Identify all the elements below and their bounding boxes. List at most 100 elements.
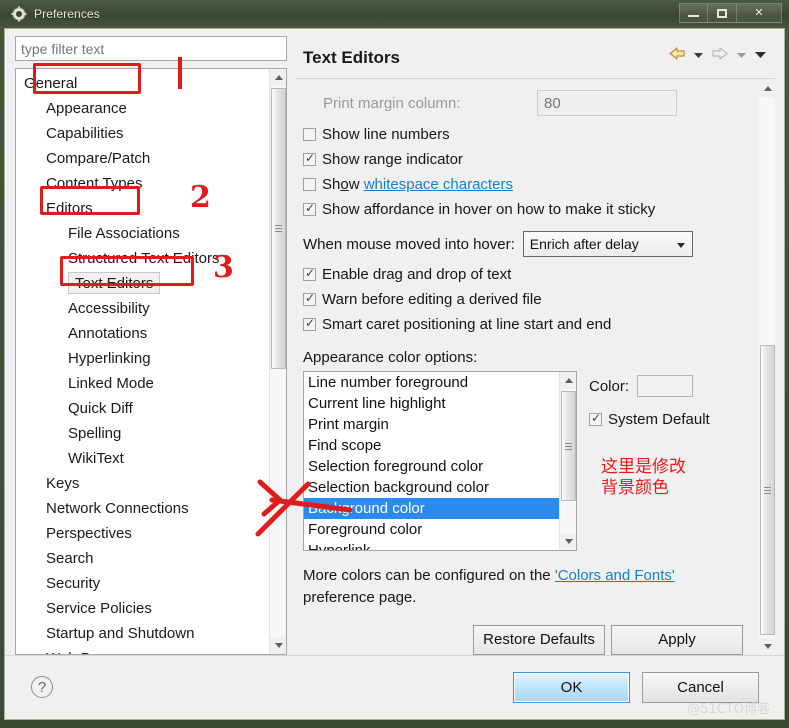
scroll-up-icon[interactable]	[759, 80, 776, 97]
sidebar-item-linked-mode[interactable]: Linked Mode	[16, 371, 268, 396]
page-buttons: Restore Defaults Apply	[303, 624, 743, 655]
checkbox-warn-before-editing-a-derived-file[interactable]	[303, 290, 316, 306]
sidebar-item-label: Search	[46, 550, 94, 567]
color-swatch-button[interactable]	[637, 375, 694, 397]
print-margin-label: Print margin column:	[323, 94, 461, 112]
restore-defaults-button[interactable]: Restore Defaults	[473, 624, 605, 655]
search-input[interactable]	[15, 36, 287, 61]
hover-mode-select[interactable]: Enrich after delay	[522, 231, 693, 257]
sidebar-item-keys[interactable]: Keys	[16, 471, 268, 496]
sidebar-item-perspectives[interactable]: Perspectives	[16, 521, 268, 546]
sidebar-item-label: Perspectives	[46, 525, 132, 542]
checkbox-row[interactable]: Enable drag and drop of text	[303, 262, 753, 287]
appearance-color-list[interactable]: Line number foreground Current line highl…	[303, 371, 577, 551]
checkbox-row[interactable]: Smart caret positioning at line start an…	[303, 312, 753, 337]
minimize-button[interactable]	[679, 3, 708, 23]
page-scrollbar-thumb[interactable]	[760, 345, 775, 635]
sidebar-item-label: Security	[46, 575, 101, 592]
title-divider	[295, 78, 775, 79]
preferences-window: Preferences ✕ General Appearance Capabilit…	[0, 0, 789, 728]
checkbox-show-affordance-in-hover-on-how-to-make-it-sticky[interactable]	[303, 200, 316, 216]
sidebar-item-network-connections[interactable]: Network Connections	[16, 496, 268, 521]
list-item[interactable]: Foreground color	[304, 519, 560, 540]
sidebar-item-structured-text-editors[interactable]: Structured Text Editors	[16, 246, 268, 271]
question-mark-icon[interactable]: ?	[31, 676, 53, 698]
sidebar-item-service-policies[interactable]: Service Policies	[16, 596, 268, 621]
sidebar-item-label: Keys	[46, 475, 80, 492]
sidebar-item-search[interactable]: Search	[16, 546, 268, 571]
sidebar-item-quick-diff[interactable]: Quick Diff	[16, 396, 268, 421]
sidebar-item-security[interactable]: Security	[16, 571, 268, 596]
sidebar-item-editors[interactable]: Editors	[16, 196, 268, 221]
scroll-down-icon[interactable]	[270, 637, 286, 654]
system-default-checkbox[interactable]	[589, 410, 602, 426]
hover-mode-row: When mouse moved into hover: Enrich afte…	[303, 226, 753, 262]
sidebar-item-text-editors[interactable]: Text Editors	[16, 271, 268, 296]
forward-arrow-icon	[711, 46, 729, 66]
checkbox-label: Warn before editing a derived file	[322, 291, 542, 308]
back-arrow-icon[interactable]	[668, 46, 686, 66]
checkbox-row[interactable]: Show line numbers	[303, 122, 753, 147]
list-item[interactable]: Find scope	[304, 435, 560, 456]
hover-mode-label: When mouse moved into hover:	[303, 235, 515, 253]
sidebar-item-appearance[interactable]: Appearance	[16, 96, 268, 121]
window-controls: ✕	[679, 3, 782, 23]
checkbox-smart-caret-positioning-at-line-start-and-end[interactable]	[303, 315, 316, 331]
tree-scrollbar-thumb[interactable]	[271, 88, 286, 369]
checkbox-show-line-numbers[interactable]	[303, 128, 316, 141]
sidebar-item-label: Appearance	[46, 100, 127, 117]
sidebar-item-web-browser[interactable]: Web Browser	[16, 646, 268, 654]
sidebar-item-content-types[interactable]: Content Types	[16, 171, 268, 196]
color-list-scrollbar[interactable]	[559, 372, 576, 550]
sidebar-item-label: Service Policies	[46, 600, 152, 617]
sidebar-item-annotations[interactable]: Annotations	[16, 321, 268, 346]
list-item[interactable]: Current line highlight	[304, 393, 560, 414]
ok-button[interactable]: OK	[513, 672, 630, 703]
scroll-up-icon[interactable]	[560, 372, 576, 389]
list-item[interactable]: Selection foreground color	[304, 456, 560, 477]
page-menu-chevron-down-icon[interactable]	[754, 47, 767, 65]
checkbox-row[interactable]: Show range indicator	[303, 147, 753, 172]
list-item[interactable]: Selection background color	[304, 477, 560, 498]
checkbox-show-range-indicator[interactable]	[303, 150, 316, 166]
list-item[interactable]: Line number foreground	[304, 372, 560, 393]
list-item[interactable]: Hyperlink	[304, 540, 560, 550]
list-item[interactable]: Print margin	[304, 414, 560, 435]
scroll-down-icon[interactable]	[759, 638, 776, 655]
checkbox-row[interactable]: Show affordance in hover on how to make …	[303, 197, 753, 222]
back-dropdown-chevron-down-icon[interactable]	[693, 47, 704, 65]
checkbox-show-whitespace[interactable]	[303, 178, 316, 191]
sidebar-item-file-associations[interactable]: File Associations	[16, 221, 268, 246]
sidebar-item-general[interactable]: General	[16, 71, 268, 96]
print-margin-input[interactable]	[537, 90, 677, 116]
checkbox-enable-drag-and-drop-of-text[interactable]	[303, 265, 316, 281]
sidebar-item-wikitext[interactable]: WikiText	[16, 446, 268, 471]
system-default-label: System Default	[608, 410, 710, 428]
sidebar-item-label: Startup and Shutdown	[46, 625, 195, 642]
sidebar-item-spelling[interactable]: Spelling	[16, 421, 268, 446]
list-item[interactable]: Background color	[304, 498, 560, 519]
sidebar-item-startup-and-shutdown[interactable]: Startup and Shutdown	[16, 621, 268, 646]
sidebar-item-capabilities[interactable]: Capabilities	[16, 121, 268, 146]
apply-button[interactable]: Apply	[611, 624, 743, 655]
scroll-up-icon[interactable]	[270, 69, 286, 86]
checkbox-row[interactable]: Show whitespace characters	[303, 172, 753, 197]
colors-and-fonts-link[interactable]: 'Colors and Fonts'	[555, 567, 675, 584]
page-scrollbar[interactable]	[759, 80, 776, 655]
checkbox-label: Smart caret positioning at line start an…	[322, 316, 612, 333]
system-default-row[interactable]: System Default	[589, 407, 749, 431]
chevron-down-icon	[676, 243, 685, 248]
sidebar-item-accessibility[interactable]: Accessibility	[16, 296, 268, 321]
tree-scrollbar[interactable]	[269, 69, 286, 654]
whitespace-characters-link[interactable]: whitespace characters	[364, 176, 513, 193]
sidebar-item-compare-patch[interactable]: Compare/Patch	[16, 146, 268, 171]
scroll-down-icon[interactable]	[560, 533, 576, 550]
maximize-button[interactable]	[708, 3, 737, 23]
color-list-scrollbar-thumb[interactable]	[561, 391, 576, 501]
checkbox-row[interactable]: Warn before editing a derived file	[303, 287, 753, 312]
sidebar-item-label: Text Editors	[68, 272, 161, 294]
close-button[interactable]: ✕	[737, 3, 782, 23]
preferences-tree[interactable]: General Appearance Capabilities Compare/Pat…	[15, 68, 287, 655]
sidebar-item-label: Quick Diff	[68, 400, 133, 417]
sidebar-item-hyperlinking[interactable]: Hyperlinking	[16, 346, 268, 371]
